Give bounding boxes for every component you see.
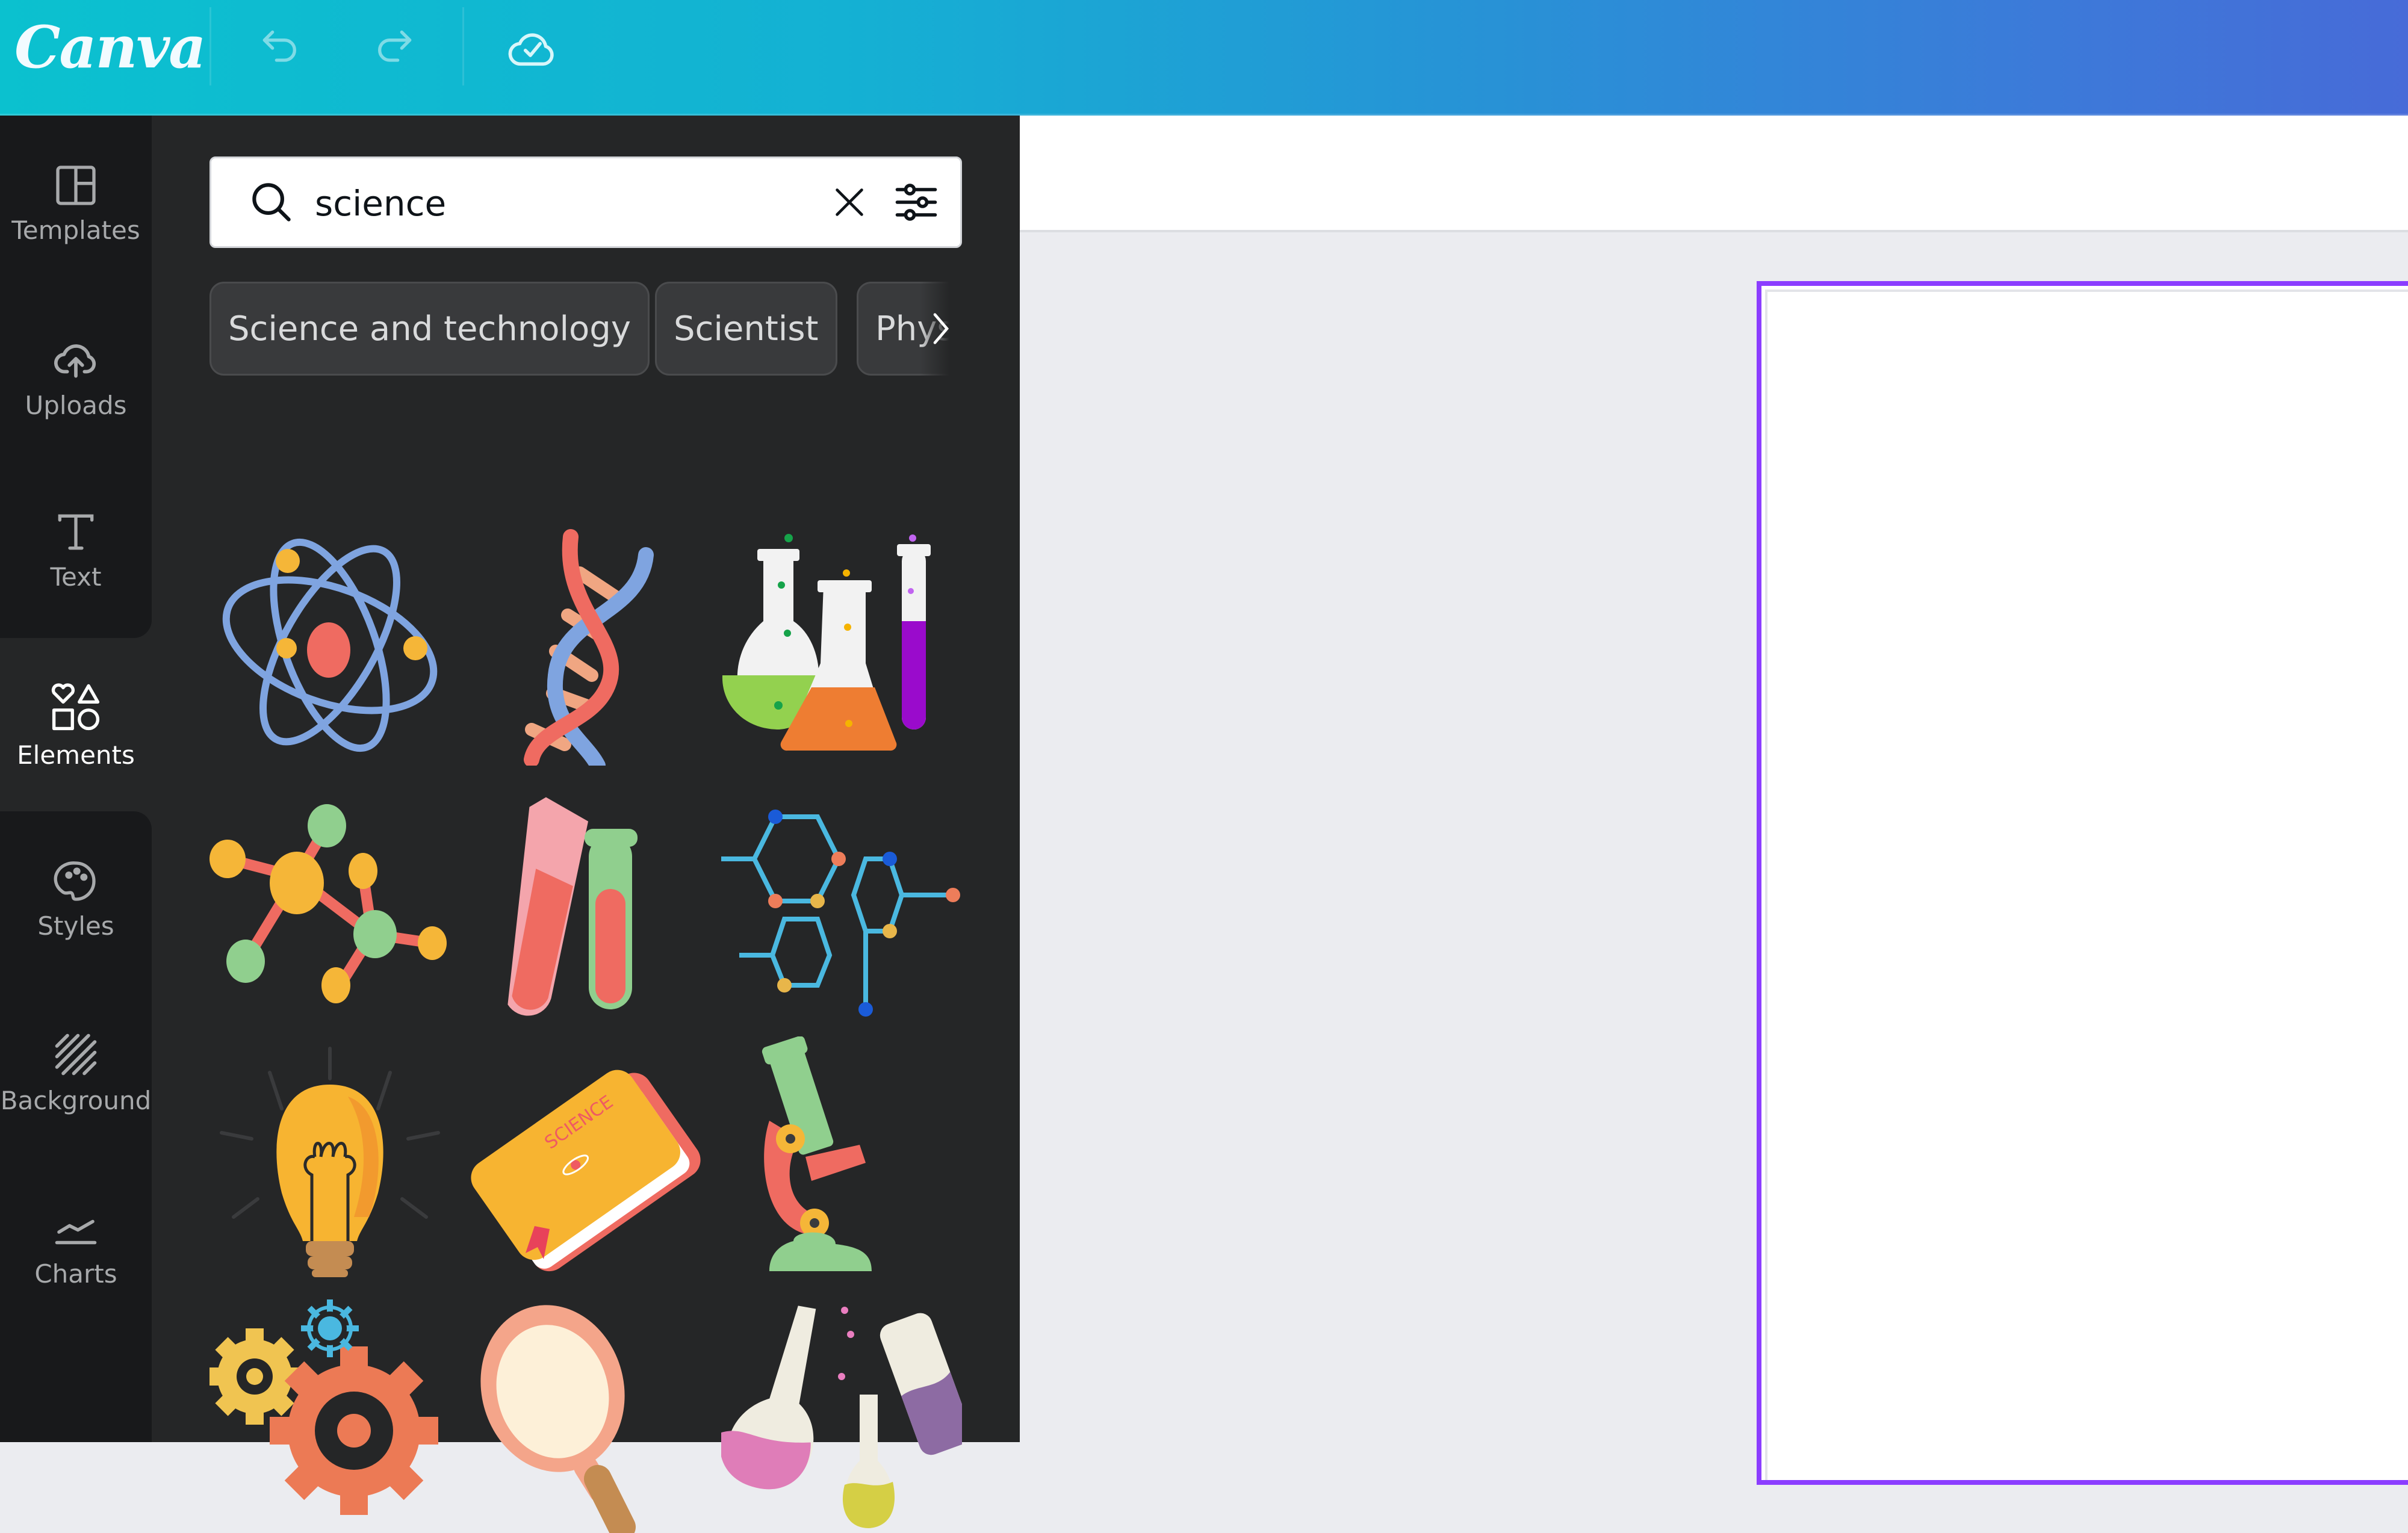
sidebar-item-label: Elements: [17, 740, 135, 770]
sidebar-rail: Templates Uploads Text Elements Styles B…: [0, 116, 152, 1442]
search-icon-wrap: [241, 158, 302, 246]
chart-line-icon: [55, 1219, 97, 1244]
undo-icon: [262, 30, 296, 62]
molecule-graphic: [209, 804, 447, 1003]
design-canvas[interactable]: [1765, 290, 2408, 1480]
result-chemical-structure[interactable]: [721, 781, 962, 1021]
header-divider: [462, 7, 464, 85]
background-pattern-icon: [55, 1033, 97, 1075]
sidebar-item-label: Styles: [37, 911, 114, 941]
elements-panel: Science and technology Scientist Phys: [152, 116, 1020, 1533]
filter-sliders-icon: [895, 184, 937, 221]
sidebar-item-text[interactable]: Text: [0, 480, 152, 619]
result-test-tubes[interactable]: [465, 781, 706, 1021]
result-lab-flasks[interactable]: [721, 525, 962, 766]
result-microscope[interactable]: [721, 1036, 962, 1277]
filter-button[interactable]: [883, 158, 949, 246]
save-status-button[interactable]: [502, 18, 562, 78]
science-book-graphic: SCIENCE: [471, 1070, 701, 1272]
atom-graphic: [222, 538, 438, 752]
result-dna-helix[interactable]: [465, 525, 706, 766]
sidebar-item-label: Charts: [34, 1259, 117, 1289]
search-box[interactable]: [209, 156, 962, 248]
top-bar: Canva: [0, 0, 2408, 116]
canva-logo[interactable]: Canva: [14, 13, 206, 81]
magnifying-glass-graphic: [480, 1305, 636, 1533]
sidebar-item-label: Text: [50, 562, 102, 592]
gears-graphic: [209, 1299, 438, 1515]
design-page[interactable]: [1757, 281, 2408, 1485]
result-tilted-flasks[interactable]: [721, 1292, 962, 1533]
lab-flasks-graphic: [722, 534, 931, 751]
close-icon: [836, 188, 863, 216]
result-gears[interactable]: [209, 1292, 450, 1533]
chevron-right-icon: [933, 313, 949, 344]
sidebar-item-label: Templates: [11, 215, 140, 245]
text-icon: [58, 514, 94, 550]
sidebar-item-background[interactable]: Background: [0, 1003, 152, 1141]
cloud-check-icon: [508, 33, 554, 66]
test-tubes-graphic: [507, 797, 638, 1016]
search-icon: [252, 183, 291, 221]
palette-icon: [54, 861, 96, 901]
sidebar-item-styles[interactable]: Styles: [0, 829, 152, 968]
sidebar-item-charts[interactable]: Charts: [0, 1176, 152, 1315]
sidebar-item-elements[interactable]: Elements: [0, 655, 152, 793]
chip-scientist[interactable]: Scientist: [655, 282, 837, 376]
templates-icon: [56, 165, 96, 205]
dna-helix-graphic: [524, 529, 654, 766]
chemical-structure-graphic: [721, 810, 960, 1017]
result-atom[interactable]: [209, 525, 450, 766]
sidebar-item-label: Uploads: [25, 390, 127, 420]
chips-next-button[interactable]: [920, 282, 962, 376]
suggestion-chips: Science and technology Scientist Phys: [209, 282, 962, 378]
redo-button[interactable]: [364, 18, 424, 78]
result-magnifying-glass[interactable]: [465, 1292, 706, 1533]
search-input[interactable]: [314, 174, 798, 233]
result-science-book[interactable]: SCIENCE: [465, 1036, 706, 1277]
result-molecule[interactable]: [209, 781, 450, 1021]
header-divider: [209, 7, 211, 85]
sidebar-item-uploads[interactable]: Uploads: [0, 307, 152, 445]
chip-science-and-technology[interactable]: Science and technology: [209, 282, 650, 376]
editor-toolbar: [1020, 116, 2408, 232]
cloud-upload-icon: [54, 344, 96, 378]
clear-search-button[interactable]: [819, 158, 880, 246]
sidebar-item-templates[interactable]: Templates: [0, 134, 152, 272]
redo-icon: [378, 30, 412, 62]
light-bulb-graphic: [220, 1047, 440, 1277]
result-light-bulb[interactable]: [209, 1036, 450, 1277]
tilted-flasks-graphic: [721, 1305, 962, 1528]
sidebar-item-label: Background: [0, 1085, 152, 1115]
microscope-graphic: [762, 1036, 872, 1271]
undo-button[interactable]: [250, 18, 311, 78]
shapes-icon: [51, 683, 100, 730]
